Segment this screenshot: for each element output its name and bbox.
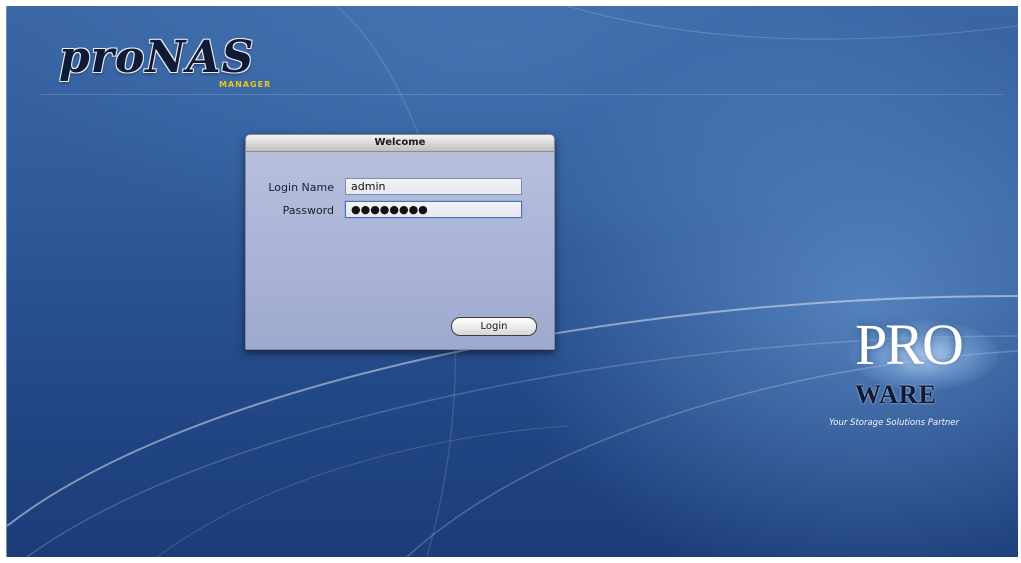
login-screen: proNAS MANAGER Welcome Login Name Passwo… bbox=[6, 6, 1018, 557]
brand-name: proNAS bbox=[59, 32, 255, 83]
proware-tagline: Your Storage Solutions Partner bbox=[829, 418, 960, 428]
login-name-input[interactable] bbox=[345, 178, 522, 195]
brand-subtitle: MANAGER bbox=[219, 80, 272, 89]
header-divider bbox=[41, 94, 1003, 95]
pronas-logo: proNAS MANAGER bbox=[59, 32, 319, 92]
password-row: Password bbox=[246, 201, 554, 221]
proware-logo: PRO WARE Your Storage Solutions Partner bbox=[829, 314, 1009, 439]
login-name-label: Login Name bbox=[268, 181, 334, 194]
password-input[interactable] bbox=[345, 201, 522, 218]
login-name-row: Login Name bbox=[246, 178, 554, 198]
proware-logo-bottom: WARE bbox=[855, 380, 938, 409]
login-dialog: Welcome Login Name Password Login bbox=[245, 134, 555, 350]
dialog-title: Welcome bbox=[246, 135, 554, 152]
proware-logo-top: PRO bbox=[855, 312, 964, 377]
password-label: Password bbox=[282, 204, 334, 217]
login-button[interactable]: Login bbox=[451, 317, 537, 336]
